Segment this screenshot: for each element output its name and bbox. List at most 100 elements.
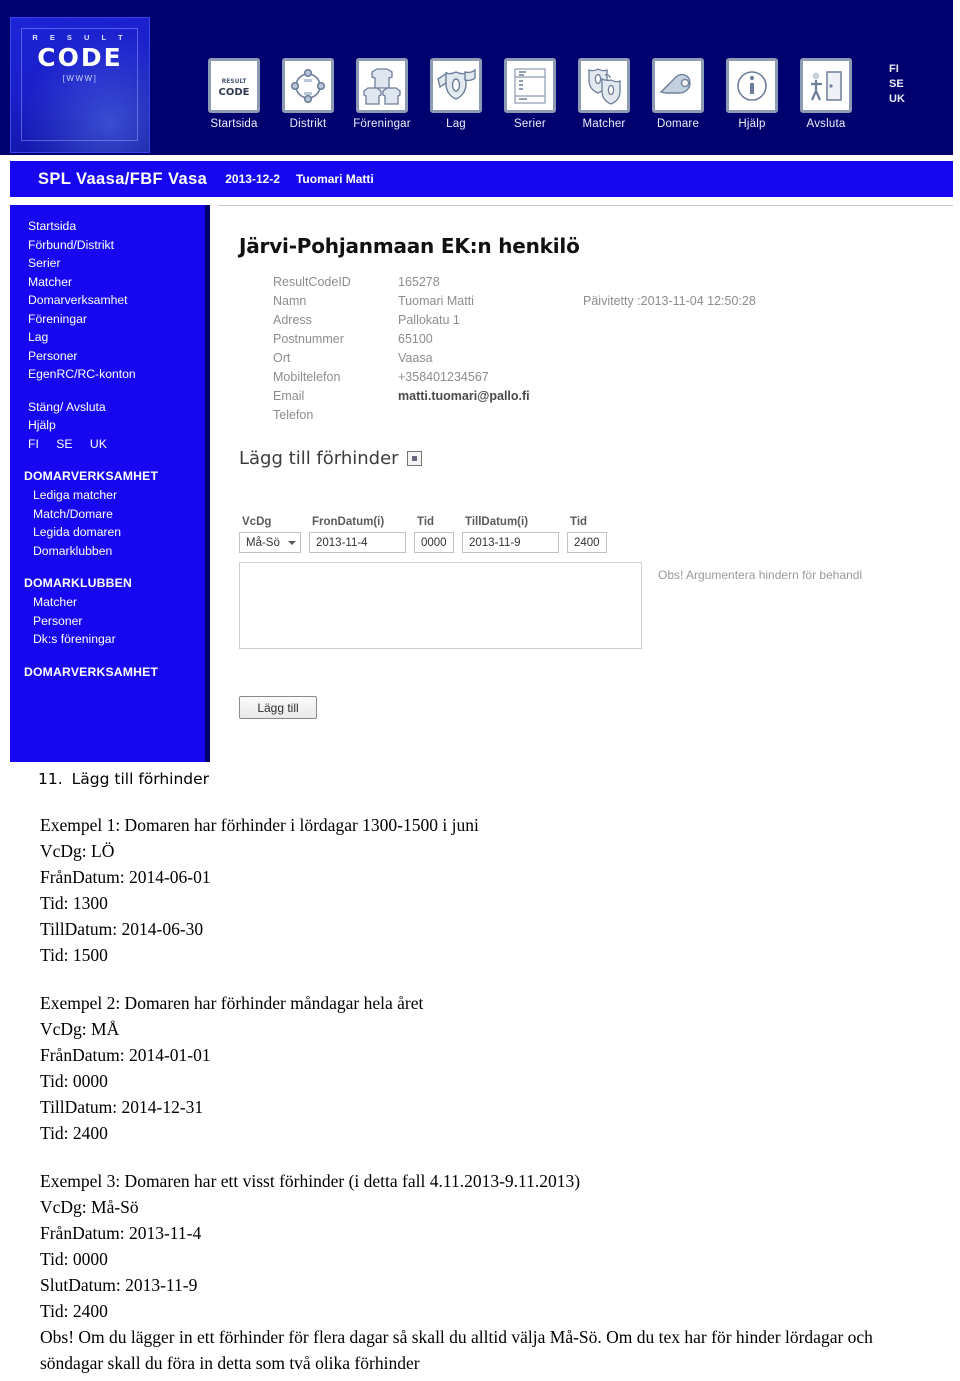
sidebar-item-forbund-distrikt[interactable]: Förbund/Distrikt [10,236,205,255]
table-row: Email matti.tuomari@pallo.fi [273,386,756,405]
app-header: R E S U L T CODE [WWW] RESULT CODE Starts… [0,0,953,155]
sidebar-item-legida-domaren[interactable]: Legida domaren [10,523,205,542]
doc-line: FrånDatum: 2014-06-01 [40,867,211,887]
to-date-label: TillDatum(i) [465,516,529,528]
doc-line: SlutDatum: 2013-11-9 [40,1275,198,1295]
detail-value-postnummer: 65100 [398,331,433,346]
sidebar-item-dk-matcher[interactable]: Matcher [10,593,205,612]
header-language-switcher: FI SE UK [889,62,905,107]
doc-line: Tid: 0000 [40,1249,108,1269]
absence-note-textarea[interactable] [239,562,642,649]
header-lang-se[interactable]: SE [889,77,905,92]
sidebar-item-domarklubben[interactable]: Domarklubben [10,542,205,561]
main-toolbar: RESULT CODE Startsida Distrikt Föreninga… [203,58,857,150]
header-lang-uk[interactable]: UK [889,92,905,107]
toolbar-item-avsluta[interactable]: Avsluta [795,58,857,130]
shield-flag-icon [430,58,482,113]
sidebar-item-lag[interactable]: Lag [10,328,205,347]
table-row: Postnummer 65100 [273,329,756,348]
toolbar-label-matcher: Matcher [582,118,626,130]
toolbar-label-foreningar: Föreningar [353,118,411,130]
toolbar-item-hjalp[interactable]: Hjälp [721,58,783,130]
doc-line: Tid: 1500 [40,945,108,965]
svg-text:CODE: CODE [219,87,250,98]
doc-line: FrånDatum: 2013-11-4 [40,1223,202,1243]
detail-updated-timestamp: Päivitetty :2013-11-04 12:50:28 [583,293,756,308]
toolbar-item-foreningar[interactable]: Föreningar [351,58,413,130]
table-row: Namn Tuomari Matti Päivitetty :2013-11-0… [273,291,756,310]
detail-label-telefon: Telefon [273,407,314,422]
detail-extra-mobiltelefon [583,367,756,386]
table-list-icon [504,58,556,113]
detail-value-email: matti.tuomari@pallo.fi [398,388,530,403]
person-details-table: ResultCodeID 165278 Namn Tuomari Matti P… [273,272,756,424]
jerseys-icon [356,58,408,113]
sidebar-item-startsida[interactable]: Startsida [10,217,205,236]
toolbar-item-matcher[interactable]: Matcher [573,58,635,130]
vcdg-select[interactable]: Må-Sö [239,532,301,553]
sidebar-item-serier[interactable]: Serier [10,254,205,273]
to-time-input[interactable]: 2400 [567,532,607,553]
detail-extra-resultcodeid [583,272,756,291]
sidebar-lang-uk[interactable]: UK [90,437,107,451]
add-absence-form-header: Lägg till förhinder [239,448,953,469]
sidebar-lang-fi[interactable]: FI [28,437,39,451]
toolbar-item-startsida[interactable]: RESULT CODE Startsida [203,58,265,130]
doc-line: TillDatum: 2014-12-31 [40,1097,204,1117]
document-block-example-3: Exempel 3: Domaren har ett visst förhind… [40,1168,930,1376]
detail-value-mobiltelefon: +358401234567 [398,369,489,384]
sidebar-item-dk-personer[interactable]: Personer [10,612,205,631]
from-time-label: Tid [417,516,435,528]
sidebar-item-hjalp[interactable]: Hjälp [10,416,205,435]
sidebar-item-lediga-matcher[interactable]: Lediga matcher [10,486,205,505]
sidebar-item-dks-foreningar[interactable]: Dk:s föreningar [10,630,205,649]
doc-line: Tid: 0000 [40,1071,108,1091]
sidebar-item-domarverksamhet[interactable]: Domarverksamhet [10,291,205,310]
to-date-field-group: TillDatum(i) 2013-11-9 [462,516,559,553]
from-time-input[interactable]: 0000 [414,532,454,553]
sidebar-lang-se[interactable]: SE [56,437,72,451]
sidebar-language-switcher: FI SE UK [10,435,205,454]
detail-label-mobiltelefon: Mobiltelefon [273,369,341,384]
vcdg-selected-value: Må-Sö [246,536,280,549]
toolbar-item-distrikt[interactable]: Distrikt [277,58,339,130]
table-row: ResultCodeID 165278 [273,272,756,291]
sidebar-item-stang-avsluta[interactable]: Stäng/ Avsluta [10,398,205,417]
doc-line: Tid: 2400 [40,1301,108,1321]
toolbar-item-lag[interactable]: Lag [425,58,487,130]
whistle-icon [652,58,704,113]
doc-line: Exempel 3: Domaren har ett visst förhind… [40,1171,581,1191]
logo-result-text: R E S U L T [32,33,128,42]
sidebar-item-matcher[interactable]: Matcher [10,273,205,292]
sidebar-item-foreningar[interactable]: Föreningar [10,310,205,329]
detail-label-resultcodeid: ResultCodeID [273,274,351,289]
detail-extra-postnummer [583,329,756,348]
add-absence-submit-button[interactable]: Lägg till [239,696,317,719]
doc-line: Tid: 1300 [40,893,108,913]
expand-square-icon[interactable] [406,451,422,466]
to-date-input[interactable]: 2013-11-9 [462,532,559,553]
toolbar-item-domare[interactable]: Domare [647,58,709,130]
sidebar-item-match-domare[interactable]: Match/Domare [10,505,205,524]
application-screenshot: R E S U L T CODE [WWW] RESULT CODE Starts… [0,0,960,762]
sidebar-item-egenrc[interactable]: EgenRC/RC-konton [10,365,205,384]
detail-extra-email [583,386,756,405]
from-time-field-group: Tid 0000 [414,516,454,553]
exit-door-icon [800,58,852,113]
document-body: Exempel 1: Domaren har förhinder i lörda… [40,812,930,1376]
document-heading: 11. Lägg till förhinder [38,770,960,788]
document-block-example-2: Exempel 2: Domaren har förhinder måndaga… [40,990,930,1146]
document-block-example-1: Exempel 1: Domaren har förhinder i lörda… [40,812,930,968]
doc-line: VcDg: MÅ [40,1019,120,1039]
toolbar-label-hjalp: Hjälp [738,118,766,130]
doc-line: Tid: 2400 [40,1123,108,1143]
from-date-input[interactable]: 2013-11-4 [309,532,406,553]
header-lang-fi[interactable]: FI [889,62,905,77]
detail-label-ort: Ort [273,350,291,365]
toolbar-item-serier[interactable]: Serier [499,58,561,130]
sidebar-item-personer[interactable]: Personer [10,347,205,366]
sidebar-navigation: Startsida Förbund/Distrikt Serier Matche… [10,205,210,762]
